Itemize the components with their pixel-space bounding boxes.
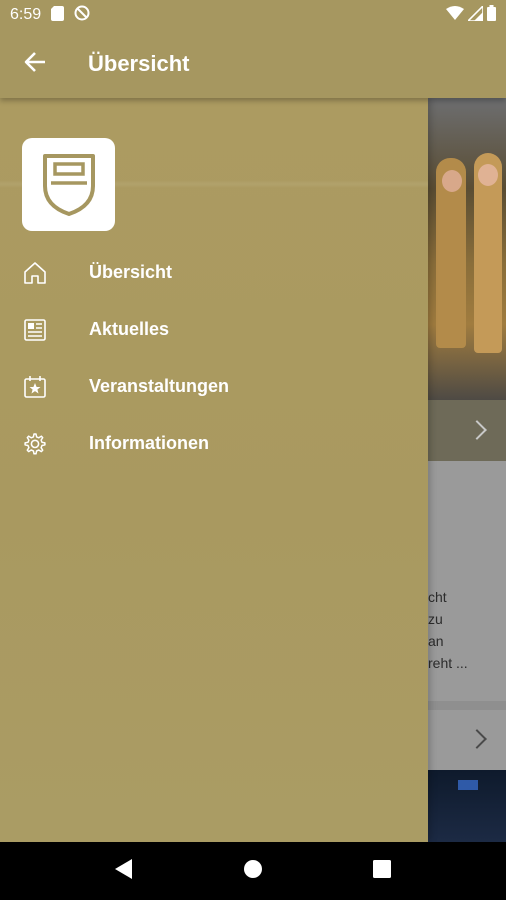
battery-icon <box>487 5 496 25</box>
page-title: Übersicht <box>88 51 190 76</box>
signal-icon <box>466 3 484 25</box>
shield-logo-icon <box>22 138 115 231</box>
event-photo <box>428 770 506 842</box>
card-text-line: reht ... <box>428 655 468 671</box>
app-bar: Übersicht <box>0 30 506 98</box>
recents-square-icon <box>372 859 391 883</box>
drawer-item-veranstaltungen[interactable]: Veranstaltungen <box>0 358 428 415</box>
drawer-item-aktuelles[interactable]: Aktuelles <box>0 301 428 358</box>
news-card[interactable]: cht zu an reht ... <box>428 461 506 701</box>
drawer-item-label: Aktuelles <box>89 319 170 339</box>
no-disturb-icon <box>74 5 90 25</box>
back-triangle-icon <box>114 858 134 885</box>
hero-caption-bar[interactable] <box>428 400 506 461</box>
drawer-item-label: Übersicht <box>89 262 173 282</box>
system-back-button[interactable] <box>104 851 144 891</box>
status-bar: 6:59 <box>0 0 506 30</box>
chevron-right-icon <box>467 729 487 749</box>
navigation-drawer: Übersicht Aktuelles Veranstaltungen Info… <box>0 98 428 842</box>
chevron-right-icon <box>467 420 487 440</box>
arrow-back-icon <box>24 51 46 77</box>
wifi-icon <box>446 6 464 24</box>
drawer-item-label: Veranstaltungen <box>89 376 230 396</box>
card-link-bar[interactable] <box>428 710 506 770</box>
drawer-menu: Übersicht Aktuelles Veranstaltungen Info… <box>0 244 428 472</box>
home-circle-icon <box>243 859 263 884</box>
drawer-item-label: Informationen <box>89 433 209 453</box>
drawer-item-informationen[interactable]: Informationen <box>0 415 428 472</box>
drawer-item-uebersicht[interactable]: Übersicht <box>0 244 428 301</box>
card-text-line: zu <box>428 611 443 627</box>
calendar-star-icon <box>22 374 48 400</box>
card-text-line: cht <box>428 589 447 605</box>
status-time: 6:59 <box>10 6 42 23</box>
back-button[interactable] <box>18 47 52 81</box>
system-home-button[interactable] <box>233 851 273 891</box>
newspaper-icon <box>22 317 48 343</box>
hero-photo <box>428 98 506 400</box>
card-text-line: an <box>428 633 444 649</box>
news-card-text: cht zu an reht ... <box>428 586 506 674</box>
sd-card-icon <box>51 5 65 25</box>
home-icon <box>22 260 48 286</box>
system-navigation-bar <box>0 842 506 900</box>
gear-icon <box>22 431 48 457</box>
system-recents-button[interactable] <box>362 851 402 891</box>
